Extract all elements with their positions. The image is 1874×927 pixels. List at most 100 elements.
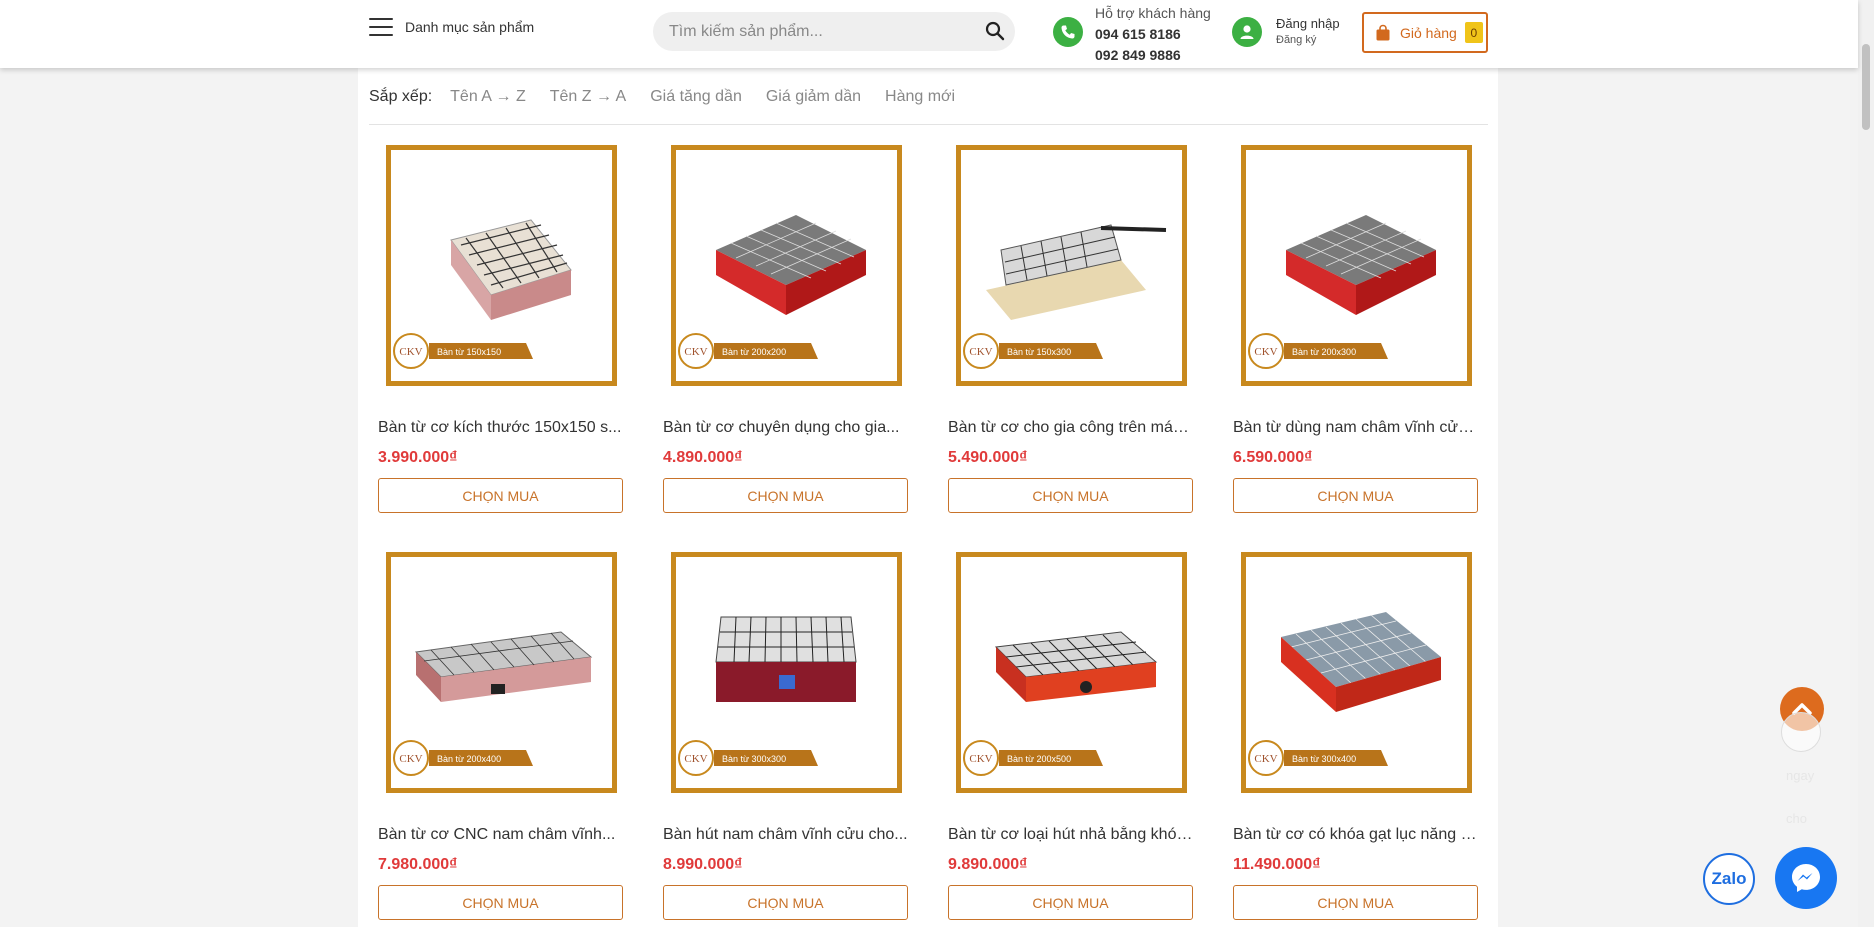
product-card: CKV Bàn từ 200x300 Bàn từ dùng nam châm …	[1233, 145, 1478, 540]
ckv-logo: CKV	[678, 333, 714, 369]
product-badge: Bàn từ 300x300	[722, 754, 786, 764]
product-name[interactable]: Bàn từ cơ loại hút nhả bằng khóa...	[948, 826, 1193, 844]
ckv-logo: CKV	[963, 740, 999, 776]
product-name[interactable]: Bàn từ cơ cho gia công trên máy...	[948, 419, 1193, 437]
broken-image-icon	[1781, 712, 1821, 752]
product-image[interactable]: CKV Bàn từ 150x300	[956, 145, 1187, 386]
ckv-logo: CKV	[963, 333, 999, 369]
product-badge: Bàn từ 150x300	[1007, 347, 1071, 357]
sort-newest[interactable]: Hàng mới	[885, 88, 955, 124]
sort-name-asc[interactable]: Tên A → Z	[450, 88, 526, 124]
login-link[interactable]: Đăng nhập	[1276, 15, 1340, 32]
customer-support: Hỗ trợ khách hàng 094 615 8186 092 849 9…	[1053, 3, 1211, 66]
sort-price-desc[interactable]: Giá giảm dần	[766, 88, 861, 124]
side-widget-text-2: cho	[1786, 811, 1807, 826]
buy-button[interactable]: CHỌN MUA	[663, 478, 908, 513]
buy-button[interactable]: CHỌN MUA	[948, 885, 1193, 920]
shopping-bag-icon	[1376, 24, 1390, 40]
product-price: 11.490.000₫	[1233, 856, 1321, 873]
product-name[interactable]: Bàn từ cơ chuyên dụng cho gia...	[663, 419, 908, 437]
product-price: 5.490.000₫	[948, 449, 1028, 466]
category-menu-toggle[interactable]: Danh mục sản phẩm	[369, 18, 534, 36]
buy-button[interactable]: CHỌN MUA	[1233, 885, 1478, 920]
zalo-label: Zalo	[1711, 869, 1747, 888]
sort-price-asc[interactable]: Giá tăng dần	[650, 88, 742, 124]
svg-text:CKV: CKV	[969, 753, 992, 765]
ckv-logo: CKV	[678, 740, 714, 776]
svg-text:CKV: CKV	[1254, 346, 1277, 358]
product-card: CKV Bàn từ 200x500 Bàn từ cơ loại hút nh…	[948, 552, 1193, 927]
product-name[interactable]: Bàn từ cơ kích thước 150x150 s...	[378, 419, 623, 437]
product-card: CKV Bàn từ 200x400 Bàn từ cơ CNC nam châ…	[378, 552, 623, 927]
buy-button[interactable]: CHỌN MUA	[663, 885, 908, 920]
site-header: Danh mục sản phẩm Hỗ trợ khách hàng 094 …	[0, 0, 1858, 68]
product-card: CKV Bàn từ 150x300 Bàn từ cơ cho gia côn…	[948, 145, 1193, 540]
buy-button[interactable]: CHỌN MUA	[1233, 478, 1478, 513]
user-icon	[1232, 17, 1262, 47]
support-phone-2[interactable]: 092 849 9886	[1095, 45, 1211, 66]
product-name[interactable]: Bàn từ cơ CNC nam châm vĩnh...	[378, 826, 623, 844]
buy-button[interactable]: CHỌN MUA	[378, 478, 623, 513]
sort-name-desc[interactable]: Tên Z → A	[550, 88, 626, 124]
category-menu-label: Danh mục sản phẩm	[405, 19, 535, 35]
sort-label: Sắp xếp:	[369, 88, 433, 105]
product-image[interactable]: CKV Bàn từ 300x400	[1241, 552, 1472, 793]
ckv-logo: CKV	[1248, 740, 1284, 776]
support-phone-1[interactable]: 094 615 8186	[1095, 24, 1211, 45]
product-badge: Bàn từ 200x400	[437, 754, 501, 764]
search-box	[653, 12, 1015, 51]
ckv-logo: CKV	[393, 333, 429, 369]
product-image[interactable]: CKV Bàn từ 200x300	[1241, 145, 1472, 386]
messenger-chat-button[interactable]	[1775, 847, 1837, 909]
ckv-logo: CKV	[393, 740, 429, 776]
product-name[interactable]: Bàn từ dùng nam châm vĩnh cửu...	[1233, 419, 1478, 437]
svg-text:CKV: CKV	[969, 346, 992, 358]
product-image[interactable]: CKV Bàn từ 200x500	[956, 552, 1187, 793]
product-image[interactable]: CKV Bàn từ 150x150	[386, 145, 617, 386]
product-image[interactable]: CKV Bàn từ 200x200	[671, 145, 902, 386]
scrollbar-thumb[interactable]	[1862, 44, 1870, 130]
side-widget-text-1: ngay	[1786, 768, 1815, 783]
product-image[interactable]: CKV Bàn từ 200x400	[386, 552, 617, 793]
cart-button[interactable]: Giỏ hàng 0	[1362, 12, 1488, 53]
product-price: 9.890.000₫	[948, 856, 1028, 873]
register-link[interactable]: Đăng ký	[1276, 32, 1340, 49]
product-name[interactable]: Bàn hút nam châm vĩnh cửu cho...	[663, 826, 908, 844]
svg-text:CKV: CKV	[1254, 753, 1277, 765]
ckv-logo: CKV	[1248, 333, 1284, 369]
zalo-chat-button[interactable]: Zalo	[1703, 853, 1755, 905]
product-image[interactable]: CKV Bàn từ 300x300	[671, 552, 902, 793]
product-price: 8.990.000₫	[663, 856, 743, 873]
buy-button[interactable]: CHỌN MUA	[378, 885, 623, 920]
product-card: CKV Bàn từ 300x400 Bàn từ cơ có khóa gạt…	[1233, 552, 1478, 927]
cart-count-badge: 0	[1464, 22, 1483, 43]
product-price: 3.990.000₫	[378, 449, 458, 466]
messenger-icon	[1792, 864, 1820, 892]
sort-bar: Sắp xếp: Tên A → Z Tên Z → A Giá tăng dầ…	[369, 88, 1488, 125]
search-icon[interactable]	[985, 21, 1005, 41]
hamburger-icon	[369, 18, 393, 36]
buy-button[interactable]: CHỌN MUA	[948, 478, 1193, 513]
product-badge: Bàn từ 150x150	[437, 347, 501, 357]
svg-text:CKV: CKV	[684, 346, 707, 358]
product-card: CKV Bàn từ 150x150 Bàn từ cơ kích thước …	[378, 145, 623, 540]
account-link[interactable]: Đăng nhập Đăng ký	[1232, 15, 1340, 49]
product-badge: Bàn từ 200x500	[1007, 754, 1071, 764]
search-input[interactable]	[669, 22, 969, 41]
phone-icon	[1053, 17, 1083, 47]
product-price: 4.890.000₫	[663, 449, 743, 466]
product-name[interactable]: Bàn từ cơ có khóa gạt lục năng đ...	[1233, 826, 1478, 844]
product-badge: Bàn từ 300x400	[1292, 754, 1356, 764]
page-scrollbar[interactable]	[1858, 0, 1874, 927]
product-badge: Bàn từ 200x300	[1292, 347, 1356, 357]
svg-text:CKV: CKV	[399, 753, 422, 765]
support-title: Hỗ trợ khách hàng	[1095, 5, 1211, 21]
svg-text:CKV: CKV	[399, 346, 422, 358]
product-price: 7.980.000₫	[378, 856, 458, 873]
svg-text:CKV: CKV	[684, 753, 707, 765]
product-price: 6.590.000₫	[1233, 449, 1313, 466]
product-badge: Bàn từ 200x200	[722, 347, 786, 357]
product-listing: Sắp xếp: Tên A → Z Tên Z → A Giá tăng dầ…	[358, 68, 1498, 927]
cart-label: Giỏ hàng	[1400, 24, 1457, 41]
product-card: CKV Bàn từ 200x200 Bàn từ cơ chuyên dụng…	[663, 145, 908, 540]
